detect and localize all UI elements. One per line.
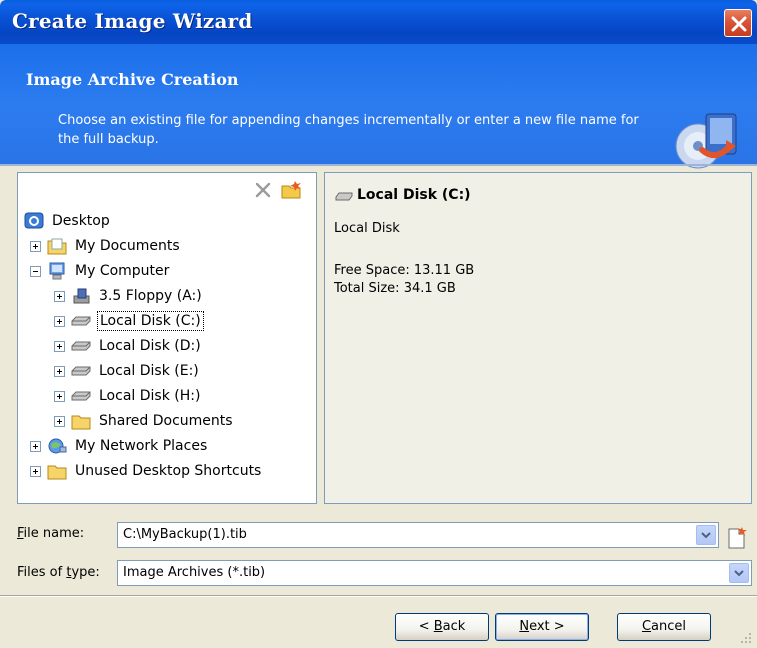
hard-disk-icon bbox=[71, 316, 91, 326]
tree-item-label: Local Disk (H:) bbox=[99, 388, 201, 404]
file-name-value: C:\MyBackup(1).tib bbox=[123, 527, 247, 542]
floppy-drive-icon bbox=[73, 288, 90, 304]
tree-item-label: My Computer bbox=[75, 263, 170, 279]
tree-item-my-computer[interactable]: My Computer bbox=[30, 259, 171, 283]
tree-toolbar bbox=[252, 179, 308, 201]
resize-grip-icon[interactable] bbox=[738, 630, 752, 644]
expand-toggle[interactable] bbox=[30, 465, 41, 477]
chevron-down-icon bbox=[701, 532, 711, 539]
tree-item-label: Unused Desktop Shortcuts bbox=[75, 463, 262, 479]
tree-item-my-documents[interactable]: My Documents bbox=[30, 234, 182, 258]
back-button[interactable]: < Back bbox=[395, 613, 489, 641]
expand-toggle[interactable] bbox=[54, 415, 65, 427]
expand-toggle[interactable] bbox=[54, 340, 65, 352]
tree-item-label: Local Disk (C:) bbox=[97, 311, 204, 331]
details-title: Local Disk (C:) bbox=[357, 187, 471, 203]
back-button-accesskey: B bbox=[433, 619, 443, 634]
back-button-label: ack bbox=[442, 619, 466, 634]
tree-item-desktop[interactable]: Desktop bbox=[24, 209, 112, 233]
back-button-prefix: < bbox=[418, 619, 434, 634]
file-name-label: File name: bbox=[17, 526, 84, 541]
expand-toggle[interactable] bbox=[30, 240, 41, 252]
files-of-type-label-rest: ype: bbox=[71, 565, 100, 580]
details-total-size: Total Size: 34.1 GB bbox=[334, 281, 456, 296]
folder-tree-pane[interactable]: Desktop My Documents My Computer 3.5 Flo… bbox=[17, 172, 317, 504]
desktop-icon bbox=[24, 212, 44, 229]
tree-item-local-disk-d[interactable]: Local Disk (D:) bbox=[54, 334, 203, 358]
my-documents-folder-icon bbox=[47, 238, 67, 255]
tree-item-unused-desktop-shortcuts[interactable]: Unused Desktop Shortcuts bbox=[30, 459, 263, 483]
details-pane: Local Disk (C:) Local Disk Free Space: 1… bbox=[324, 172, 752, 504]
tree-item-label: My Documents bbox=[75, 238, 180, 254]
files-of-type-label: Files of type: bbox=[17, 565, 100, 580]
expand-toggle[interactable] bbox=[30, 440, 41, 452]
chevron-down-icon bbox=[734, 570, 744, 577]
details-free-space: Free Space: 13.11 GB bbox=[334, 263, 475, 278]
header-description: Choose an existing file for appending ch… bbox=[58, 113, 639, 147]
details-type: Local Disk bbox=[334, 221, 400, 236]
title-bar[interactable]: Create Image Wizard bbox=[0, 0, 757, 44]
folder-icon bbox=[47, 465, 67, 480]
network-places-icon bbox=[48, 438, 67, 454]
close-icon bbox=[731, 16, 747, 32]
files-of-type-label-prefix: Files of bbox=[17, 565, 67, 580]
tree-item-local-disk-e[interactable]: Local Disk (E:) bbox=[54, 359, 201, 383]
file-name-dropdown-button[interactable] bbox=[696, 525, 716, 545]
expand-toggle[interactable] bbox=[54, 365, 65, 377]
next-button-label: ext > bbox=[529, 619, 565, 634]
hard-disk-icon bbox=[71, 366, 91, 376]
folder-icon bbox=[71, 415, 91, 430]
create-image-wizard-window: Create Image Wizard Image Archive Creati… bbox=[0, 0, 757, 648]
expand-toggle[interactable] bbox=[54, 290, 65, 302]
tree-item-label: Shared Documents bbox=[99, 413, 233, 429]
next-button-accesskey: N bbox=[519, 619, 530, 634]
tree-item-local-disk-h[interactable]: Local Disk (H:) bbox=[54, 384, 202, 408]
header-title: Image Archive Creation bbox=[26, 70, 239, 89]
my-computer-icon bbox=[49, 262, 65, 280]
tree-item-label: Local Disk (E:) bbox=[99, 363, 199, 379]
hard-disk-icon bbox=[71, 341, 91, 351]
files-of-type-value: Image Archives (*.tib) bbox=[123, 565, 266, 580]
new-file-icon[interactable] bbox=[726, 526, 748, 550]
tree-item-shared-documents[interactable]: Shared Documents bbox=[54, 409, 235, 433]
wizard-header: Image Archive Creation Choose an existin… bbox=[0, 44, 757, 169]
delete-icon[interactable] bbox=[252, 179, 274, 201]
new-folder-icon[interactable] bbox=[280, 179, 304, 201]
collapse-toggle[interactable] bbox=[30, 265, 41, 277]
files-of-type-select[interactable]: Image Archives (*.tib) bbox=[117, 560, 752, 586]
expand-toggle[interactable] bbox=[54, 390, 65, 402]
cancel-button-label: ancel bbox=[651, 619, 687, 634]
tree-item-label: 3.5 Floppy (A:) bbox=[99, 288, 202, 304]
file-name-input[interactable]: C:\MyBackup(1).tib bbox=[117, 522, 719, 548]
hard-disk-icon bbox=[335, 192, 353, 201]
hard-disk-icon bbox=[71, 391, 91, 401]
tree-item-label: My Network Places bbox=[75, 438, 208, 454]
backup-disc-icon bbox=[675, 113, 737, 169]
header-separator bbox=[0, 164, 757, 166]
tree-item-label: Desktop bbox=[52, 213, 110, 229]
window-title: Create Image Wizard bbox=[12, 9, 253, 33]
tree-item-local-disk-c[interactable]: Local Disk (C:) bbox=[54, 309, 204, 333]
footer-separator bbox=[0, 595, 757, 597]
tree-item-my-network-places[interactable]: My Network Places bbox=[30, 434, 209, 458]
tree-item-label: Local Disk (D:) bbox=[99, 338, 201, 354]
cancel-button[interactable]: Cancel bbox=[617, 613, 711, 641]
tree-item-floppy-a[interactable]: 3.5 Floppy (A:) bbox=[54, 284, 204, 308]
next-button[interactable]: Next > bbox=[495, 613, 589, 641]
cancel-button-accesskey: C bbox=[641, 619, 652, 634]
close-button[interactable] bbox=[724, 9, 752, 37]
files-of-type-dropdown-button[interactable] bbox=[729, 563, 749, 583]
file-name-label-rest: ile name: bbox=[23, 526, 85, 541]
expand-toggle[interactable] bbox=[54, 315, 65, 327]
